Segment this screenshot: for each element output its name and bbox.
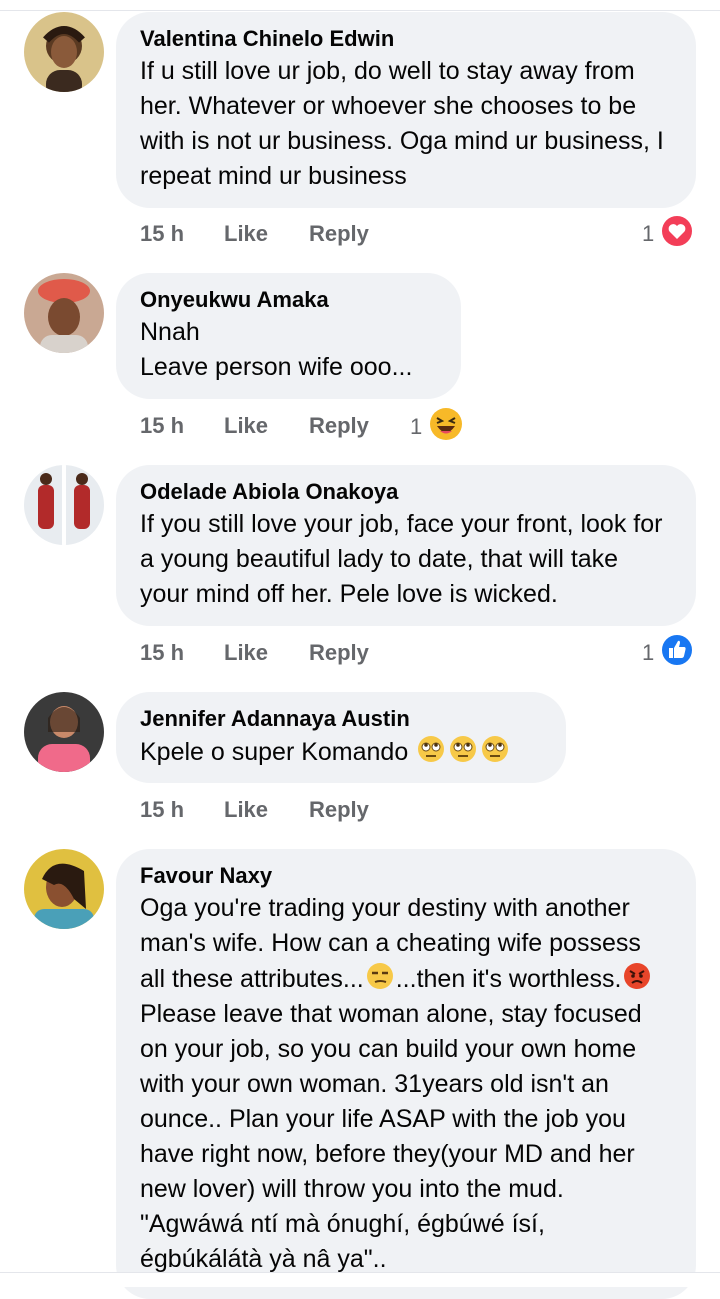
eye-roll-emoji-icon [418, 736, 445, 762]
comment-text: If u still love ur job, do well to stay … [140, 57, 671, 190]
avatar[interactable] [24, 465, 104, 545]
reaction-summary[interactable]: 1 [642, 633, 695, 673]
reply-button[interactable]: Reply [309, 221, 369, 247]
comment-text: Nnah Leave person wife ooo... [140, 318, 413, 381]
avatar[interactable] [24, 692, 104, 772]
comment-actions: 15 h Like Reply [140, 408, 369, 444]
comment-actions: 15 h Like Reply [140, 216, 369, 252]
comment-actions: 15 h Like Reply [140, 792, 369, 828]
reaction-count: 1 [642, 640, 655, 665]
comment-author[interactable]: Jennifer Adannaya Austin [140, 704, 542, 734]
comment-bubble: Favour Naxy Oga you're trading your dest… [116, 849, 696, 1299]
like-button[interactable]: Like [224, 221, 309, 247]
comment-text-part: Please leave that woman alone, stay focu… [140, 965, 661, 1273]
comment-bubble: Odelade Abiola Onakoya If you still love… [116, 465, 696, 626]
comment-time[interactable]: 15 h [140, 221, 224, 247]
like-button[interactable]: Like [224, 797, 309, 823]
comment-author[interactable]: Valentina Chinelo Edwin [140, 24, 672, 54]
reaction-summary[interactable]: 1 [410, 406, 464, 448]
like-button[interactable]: Like [224, 640, 309, 666]
comment-bubble: Onyeukwu Amaka Nnah Leave person wife oo… [116, 273, 461, 399]
comment-author[interactable]: Onyeukwu Amaka [140, 285, 437, 315]
reaction-summary[interactable]: 1 [642, 214, 695, 254]
heart-reaction-icon [660, 214, 695, 254]
unamused-emoji-icon [366, 963, 393, 989]
comment-text: Kpele o super Komando [140, 734, 542, 770]
like-button[interactable]: Like [224, 413, 309, 439]
comment-author[interactable]: Favour Naxy [140, 861, 672, 891]
comment-text-part: ...then it's worthless. [395, 965, 622, 993]
comment-time[interactable]: 15 h [140, 797, 224, 823]
comment-time[interactable]: 15 h [140, 640, 224, 666]
comment-time[interactable]: 15 h [140, 413, 224, 439]
eye-roll-emoji-icon [482, 736, 509, 762]
comment-author[interactable]: Odelade Abiola Onakoya [140, 477, 672, 507]
comment-text: If you still love your job, face your fr… [140, 510, 670, 608]
eye-roll-emoji-icon [450, 736, 477, 762]
comment-bubble: Jennifer Adannaya Austin Kpele o super K… [116, 692, 566, 783]
top-divider [0, 0, 720, 11]
avatar[interactable] [24, 849, 104, 929]
reply-button[interactable]: Reply [309, 413, 369, 439]
comment-text-content: Kpele o super Komando [140, 738, 409, 766]
bottom-divider [0, 1272, 720, 1287]
haha-reaction-icon [428, 406, 464, 448]
reply-button[interactable]: Reply [309, 797, 369, 823]
angry-emoji-icon [624, 963, 651, 989]
comment-text: Oga you're trading your destiny with ano… [140, 891, 672, 1277]
comment-actions: 15 h Like Reply [140, 635, 369, 671]
reaction-count: 1 [642, 221, 655, 246]
reply-button[interactable]: Reply [309, 640, 369, 666]
comment-bubble: Valentina Chinelo Edwin If u still love … [116, 12, 696, 208]
reaction-count: 1 [410, 414, 423, 439]
like-reaction-icon [660, 633, 695, 673]
avatar[interactable] [24, 12, 104, 92]
avatar[interactable] [24, 273, 104, 353]
